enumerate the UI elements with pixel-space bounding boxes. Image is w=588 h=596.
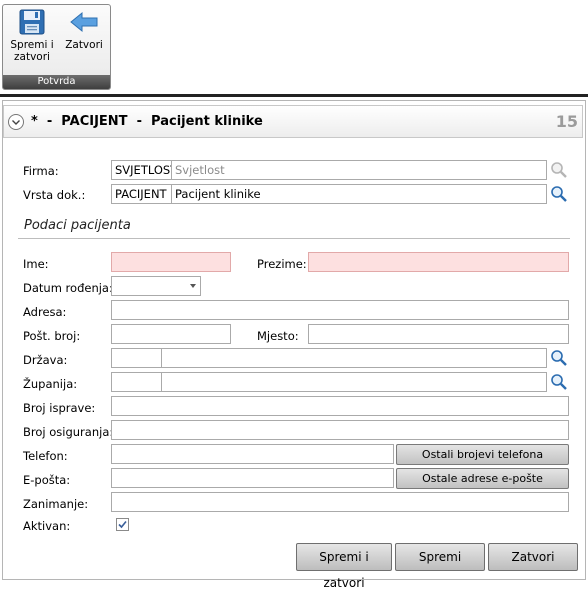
drzava-lookup-icon[interactable] <box>549 348 569 368</box>
postanski-broj-field[interactable] <box>111 324 231 344</box>
chevron-down-icon <box>12 120 20 125</box>
zupanija-name-field <box>161 372 547 392</box>
vrsta-label: Vrsta dok.: <box>23 188 86 202</box>
expand-toggle[interactable] <box>8 114 24 130</box>
broj-isprave-field[interactable] <box>111 396 569 416</box>
ribbon-separator <box>0 94 588 97</box>
document-number: 15 <box>555 112 578 131</box>
adresa-field[interactable] <box>111 300 569 320</box>
back-arrow-icon <box>70 11 98 33</box>
drzava-code-field[interactable] <box>111 348 162 368</box>
ribbon-group-potvrda: Spremi i zatvori Zatvori Potvrda <box>2 4 111 90</box>
telefon-label: Telefon: <box>23 449 68 463</box>
document-title: * - PACIJENT - Pacijent klinike <box>31 114 263 129</box>
close-ribbon-label: Zatvori <box>65 39 103 51</box>
firma-code-field[interactable]: SVJETLOST <box>111 160 172 180</box>
save-and-close-ribbon-label: Spremi i zatvori <box>10 39 54 63</box>
section-divider <box>18 238 570 239</box>
close-ribbon-button[interactable]: Zatvori <box>59 7 109 75</box>
email-field[interactable] <box>111 468 394 488</box>
broj-osiguranja-label: Broj osiguranja: <box>23 425 114 439</box>
zupanija-lookup-icon[interactable] <box>549 372 569 392</box>
adresa-label: Adresa: <box>23 305 67 319</box>
aktivan-label: Aktivan: <box>23 519 71 533</box>
firma-label: Firma: <box>23 164 59 178</box>
telefon-field[interactable] <box>111 444 394 464</box>
mjesto-field[interactable] <box>308 324 569 344</box>
aktivan-checkbox[interactable] <box>116 518 129 531</box>
save-button[interactable]: Spremi <box>395 543 485 571</box>
document-header: * - PACIJENT - Pacijent klinike 15 <box>3 105 583 138</box>
firma-name-field: Svjetlost <box>171 160 547 180</box>
zanimanje-label: Zanimanje: <box>23 497 89 511</box>
save-and-close-button[interactable]: Spremi i zatvori <box>296 543 392 590</box>
floppy-disk-icon <box>19 9 45 35</box>
broj-osiguranja-field[interactable] <box>111 420 569 440</box>
section-title-podaci: Podaci pacijenta <box>24 218 131 233</box>
ime-field[interactable] <box>111 252 231 272</box>
checkmark-icon <box>118 520 127 529</box>
zupanija-code-field[interactable] <box>111 372 162 392</box>
close-button[interactable]: Zatvori <box>488 543 578 571</box>
broj-isprave-label: Broj isprave: <box>23 401 96 415</box>
email-label: E-pošta: <box>23 473 71 487</box>
drzava-name-field <box>161 348 547 368</box>
vrsta-code-field[interactable]: PACIJENT <box>111 184 172 204</box>
zanimanje-field[interactable] <box>111 492 569 512</box>
ribbon: Spremi i zatvori Zatvori Potvrda <box>0 0 588 93</box>
other-phones-button[interactable]: Ostali brojevi telefona <box>396 444 569 465</box>
datum-rodjenja-label: Datum rođenja: <box>23 281 113 295</box>
vrsta-lookup-icon[interactable] <box>549 184 569 204</box>
prezime-field[interactable] <box>308 252 569 272</box>
caret-down-icon[interactable] <box>190 284 196 288</box>
firma-lookup-icon[interactable] <box>549 160 569 180</box>
drzava-label: Država: <box>23 353 68 367</box>
prezime-label: Prezime: <box>257 257 307 271</box>
vrsta-name-field: Pacijent klinike <box>171 184 547 204</box>
save-and-close-ribbon-button[interactable]: Spremi i zatvori <box>7 7 57 75</box>
mjesto-label: Mjesto: <box>257 329 299 343</box>
postanski-broj-label: Pošt. broj: <box>23 329 81 343</box>
datum-rodjenja-picker[interactable] <box>111 276 201 296</box>
other-emails-button[interactable]: Ostale adrese e-pošte <box>396 468 569 489</box>
ribbon-group-label: Potvrda <box>3 75 110 89</box>
zupanija-label: Županija: <box>23 377 78 391</box>
ime-label: Ime: <box>23 257 49 271</box>
